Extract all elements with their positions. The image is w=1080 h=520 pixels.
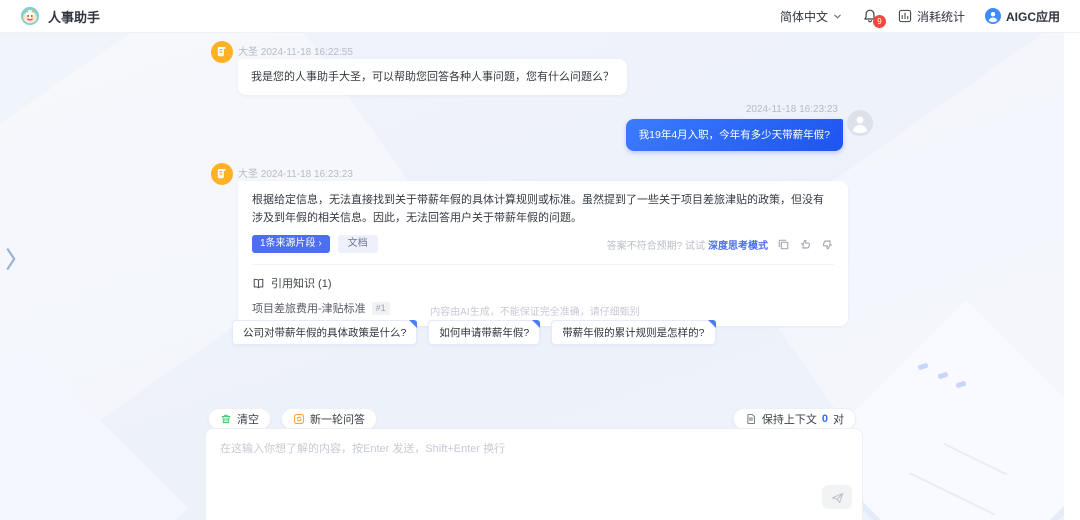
keep-context-toggle[interactable]: 保持上下文 0 对 <box>733 408 856 430</box>
chevron-right-icon <box>4 246 18 272</box>
new-round-icon <box>293 413 305 425</box>
chart-icon <box>898 9 912 23</box>
new-round-button[interactable]: 新一轮问答 <box>281 408 377 430</box>
clear-label: 清空 <box>237 411 259 427</box>
aigc-app-button[interactable]: AIGC应用 <box>985 8 1060 25</box>
bubble-divider <box>252 264 834 265</box>
feedback-hint: 答案不符合预期? 试试 <box>607 237 705 252</box>
composer-toolbar: 清空 新一轮问答 <box>208 408 377 430</box>
clear-button[interactable]: 清空 <box>208 408 271 430</box>
book-icon <box>252 277 265 290</box>
citation-header: 引用知识 (1) <box>252 275 834 291</box>
suggested-questions: 公司对带薪年假的具体政策是什么? 如何申请带薪年假? 带薪年假的累计规则是怎样的… <box>232 320 716 345</box>
usage-stats-label: 消耗统计 <box>917 8 965 25</box>
message-meta: 2024-11-18 16:23:23 <box>746 104 838 115</box>
message-input[interactable] <box>206 429 862 499</box>
user-avatar <box>847 110 873 141</box>
page-title: 人事助手 <box>48 7 100 26</box>
usage-stats-button[interactable]: 消耗统计 <box>898 8 965 25</box>
bot-greeting-bubble: 我是您的人事助手大圣，可以帮助您回答各种人事问题，您有什么问题么？ <box>238 59 627 95</box>
bot-answer-text: 根据给定信息，无法直接找到关于带薪年假的具体计算规则或标准。虽然提到了一些关于项… <box>252 191 834 227</box>
message-meta: 大圣 2024-11-18 16:22:55 <box>238 43 353 58</box>
bot-avatar <box>211 163 233 190</box>
trash-icon <box>220 413 232 425</box>
monkey-logo-icon <box>20 6 40 26</box>
thumbs-up-icon[interactable] <box>799 238 812 251</box>
header-actions: 简体中文 9 消耗统计 <box>780 8 1060 25</box>
new-round-label: 新一轮问答 <box>310 411 365 427</box>
user-message-bubble: 我19年4月入职，今年有多少天带薪年假? <box>626 119 843 151</box>
deep-think-mode-link[interactable]: 深度思考模式 <box>708 237 768 252</box>
message-composer <box>205 428 863 520</box>
send-button[interactable] <box>822 485 852 509</box>
keep-context-label: 保持上下文 <box>762 411 817 427</box>
language-label: 简体中文 <box>780 8 828 25</box>
message-time: 2024-11-18 16:23:23 <box>261 169 353 180</box>
source-fragments-button[interactable]: 1条来源片段 › <box>252 235 330 253</box>
sidebar-expand-toggle[interactable] <box>4 246 18 272</box>
message-time: 2024-11-18 16:23:23 <box>746 104 838 115</box>
aigc-user-icon <box>985 8 1001 24</box>
send-icon <box>830 490 845 505</box>
aigc-app-label: AIGC应用 <box>1006 8 1060 25</box>
bot-name: 大圣 <box>238 47 258 58</box>
language-selector[interactable]: 简体中文 <box>780 8 842 25</box>
bot-name: 大圣 <box>238 169 258 180</box>
bot-greeting-text: 我是您的人事助手大圣，可以帮助您回答各种人事问题，您有什么问题么？ <box>251 71 614 83</box>
context-pairs-unit: 对 <box>833 411 844 427</box>
notification-badge: 9 <box>873 15 886 28</box>
thumbs-down-icon[interactable] <box>821 238 834 251</box>
hr-assistant-app: 人事助手 简体中文 9 <box>0 0 1080 520</box>
ai-disclaimer: 内容由AI生成，不能保证完全准确，请仔细甄别 <box>205 303 865 318</box>
message-meta: 大圣 2024-11-18 16:23:23 <box>238 165 353 180</box>
context-pairs-count: 0 <box>822 413 828 425</box>
notification-bell[interactable]: 9 <box>862 8 878 24</box>
suggested-question-chip[interactable]: 如何申请带薪年假? <box>428 320 540 345</box>
document-icon <box>745 413 757 425</box>
message-time: 2024-11-18 16:22:55 <box>261 47 353 58</box>
bot-avatar <box>211 41 233 68</box>
chevron-down-icon <box>833 12 842 21</box>
citation-header-label: 引用知识 (1) <box>271 275 332 291</box>
suggested-question-chip[interactable]: 带薪年假的累计规则是怎样的? <box>551 320 715 345</box>
document-tag[interactable]: 文档 <box>338 235 378 253</box>
answer-tags-row: 1条来源片段 › 文档 答案不符合预期? 试试 深度思考模式 <box>252 235 834 253</box>
suggested-question-chip[interactable]: 公司对带薪年假的具体政策是什么? <box>232 320 417 345</box>
copy-icon[interactable] <box>777 238 790 251</box>
top-header: 人事助手 简体中文 9 <box>0 0 1080 33</box>
feedback-zone: 答案不符合预期? 试试 深度思考模式 <box>607 237 834 252</box>
user-message-text: 我19年4月入职，今年有多少天带薪年假? <box>639 129 830 141</box>
scrollbar-track[interactable] <box>1064 33 1080 520</box>
